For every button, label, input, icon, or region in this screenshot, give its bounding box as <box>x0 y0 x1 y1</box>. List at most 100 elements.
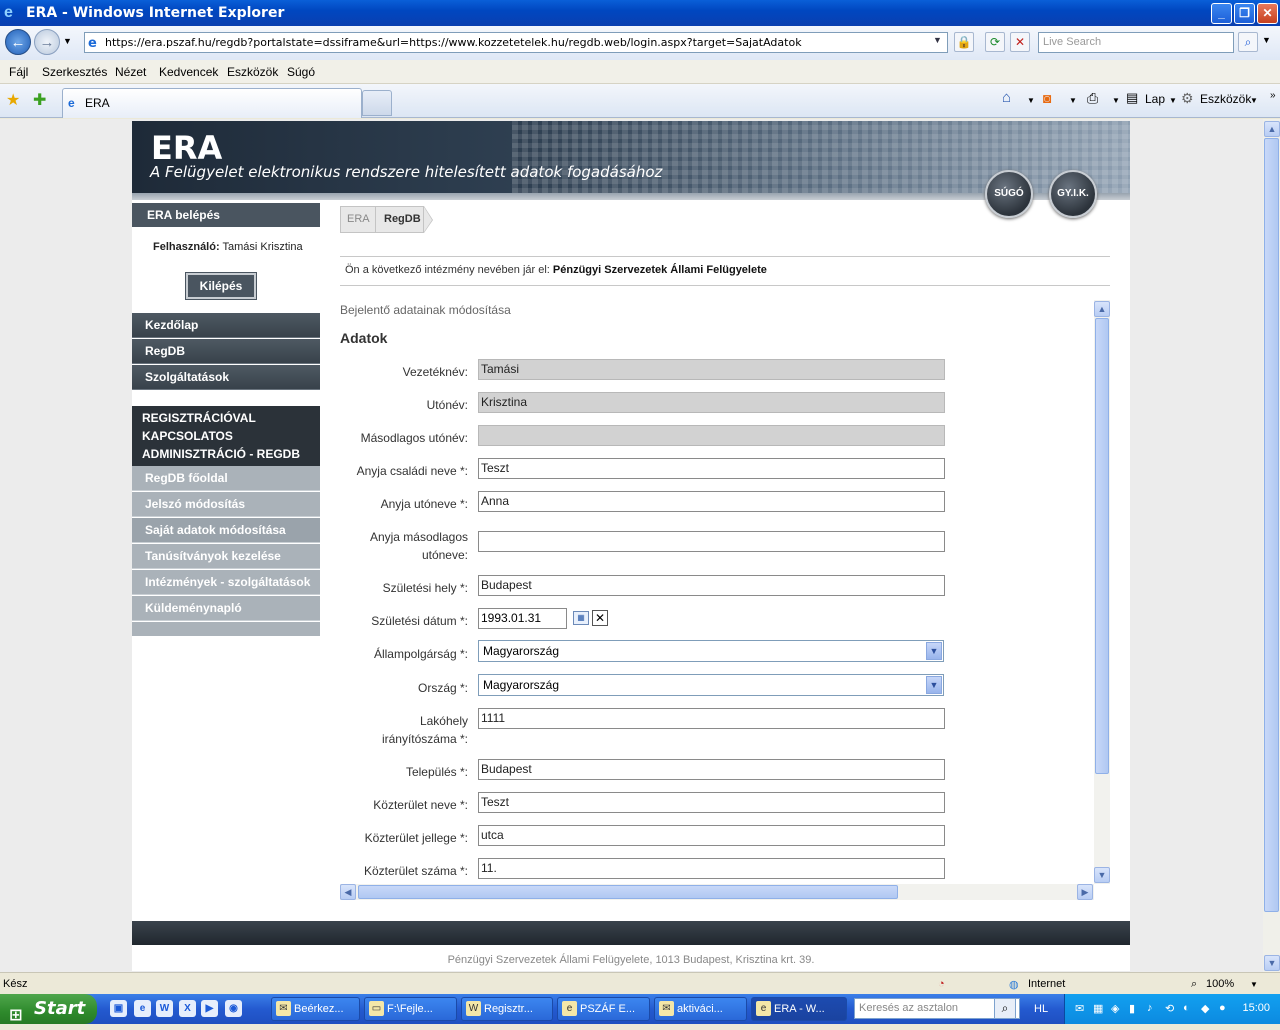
search-options-icon[interactable]: ▼ <box>1262 35 1271 45</box>
task-pszaf[interactable]: e PSZÁF E... <box>557 997 650 1021</box>
tray-mail-icon[interactable]: ✉ <box>1075 1002 1084 1015</box>
close-button[interactable]: ✕ <box>1257 3 1278 24</box>
search-input[interactable]: Live Search <box>1038 32 1234 53</box>
mother-family-name-input[interactable]: Teszt <box>478 458 945 479</box>
menu-edit[interactable]: Szerkesztés <box>42 65 107 79</box>
start-button[interactable]: ⊞ Start <box>0 994 97 1024</box>
language-indicator[interactable]: HL <box>1034 1003 1048 1015</box>
menu-view[interactable]: Nézet <box>115 65 146 79</box>
nav-regdb[interactable]: RegDB <box>132 339 320 364</box>
zoom-dropdown-icon[interactable]: ▼ <box>1250 980 1258 989</box>
help-button[interactable]: SÚGÓ <box>985 170 1033 218</box>
tray-security-icon[interactable]: ◆ <box>1201 1002 1209 1015</box>
form-scroll-up-icon[interactable]: ▲ <box>1094 301 1110 317</box>
home-dropdown-icon[interactable]: ▼ <box>1027 96 1035 105</box>
sub-institutions[interactable]: Intézmények - szolgáltatások <box>132 570 320 595</box>
page-scroll-up-icon[interactable]: ▲ <box>1264 121 1280 137</box>
menu-help[interactable]: Súgó <box>287 65 315 79</box>
stop-icon[interactable]: ✕ <box>1010 32 1030 52</box>
logout-button[interactable]: Kilépés <box>185 272 257 300</box>
quicklaunch-ie-icon[interactable]: e <box>134 1000 151 1017</box>
country-select[interactable]: Magyarország ▼ <box>478 674 944 696</box>
tray-shield-icon[interactable]: ◈ <box>1111 1002 1119 1015</box>
print-icon[interactable]: ⎙ <box>1087 90 1098 107</box>
page-menu[interactable]: Lap <box>1145 92 1165 106</box>
tray-battery-icon[interactable]: ▮ <box>1129 1002 1135 1015</box>
form-scroll-down-icon[interactable]: ▼ <box>1094 867 1110 883</box>
print-dropdown-icon[interactable]: ▼ <box>1112 96 1120 105</box>
page-scroll-thumb[interactable] <box>1264 138 1279 912</box>
form-scroll-left-icon[interactable]: ◀ <box>340 884 356 900</box>
task-folder[interactable]: ▭ F:\Fejle... <box>364 997 457 1021</box>
chevron-down-icon[interactable]: ▼ <box>926 642 942 660</box>
popup-blocked-icon[interactable]: ◔ <box>938 978 945 990</box>
nav-home[interactable]: Kezdőlap <box>132 313 320 338</box>
refresh-icon[interactable]: ⟳ <box>985 32 1005 52</box>
tools-dropdown-icon[interactable]: ▼ <box>1250 96 1258 105</box>
quicklaunch-firefox-icon[interactable]: ◉ <box>225 1000 242 1017</box>
page-scroll-down-icon[interactable]: ▼ <box>1264 955 1280 971</box>
calendar-icon[interactable]: ▦ <box>573 611 589 625</box>
mother-second-name-input[interactable] <box>478 531 945 552</box>
tray-info-icon[interactable]: ● <box>1219 1002 1226 1014</box>
menu-favorites[interactable]: Kedvencek <box>159 65 218 79</box>
page-dropdown-icon[interactable]: ▼ <box>1169 96 1177 105</box>
sub-dispatch-log[interactable]: Küldeménynapló <box>132 596 320 621</box>
birth-date-input[interactable]: 1993.01.31 <box>478 608 567 629</box>
faq-button[interactable]: GY.I.K. <box>1049 170 1097 218</box>
tray-update-icon[interactable]: ◐ <box>1183 1002 1190 1014</box>
minimize-button[interactable]: _ <box>1211 3 1232 24</box>
breadcrumb-regdb[interactable]: RegDB <box>376 206 424 233</box>
rss-dropdown-icon[interactable]: ▼ <box>1069 96 1077 105</box>
birth-place-input[interactable]: Budapest <box>478 575 945 596</box>
maximize-button[interactable]: ❐ <box>1234 3 1255 24</box>
new-tab-button[interactable] <box>362 90 392 116</box>
clear-date-icon[interactable]: ✕ <box>592 610 608 626</box>
history-dropdown-icon[interactable]: ▼ <box>63 36 72 46</box>
sub-regdb-main[interactable]: RegDB főoldal <box>132 466 320 491</box>
home-icon[interactable]: ⌂ <box>1002 89 1011 106</box>
tray-network-icon[interactable]: ▦ <box>1093 1002 1103 1015</box>
quicklaunch-excel-icon[interactable]: X <box>179 1000 196 1017</box>
search-icon[interactable]: ⌕ <box>1238 32 1258 52</box>
address-bar[interactable]: e https://era.pszaf.hu/regdb?portalstate… <box>84 32 948 53</box>
mother-first-name-input[interactable]: Anna <box>478 491 945 512</box>
zip-input[interactable]: 1111 <box>478 708 945 729</box>
street-type-input[interactable]: utca <box>478 825 945 846</box>
form-scroll-thumb[interactable] <box>1095 318 1109 774</box>
task-word-doc[interactable]: W Regisztr... <box>461 997 553 1021</box>
address-dropdown-icon[interactable]: ▼ <box>933 35 942 45</box>
forward-button[interactable]: → <box>34 29 60 55</box>
sub-certificates[interactable]: Tanúsítványok kezelése <box>132 544 320 569</box>
toolbar-chevron-icon[interactable]: » <box>1270 90 1276 101</box>
quicklaunch-word-icon[interactable]: W <box>156 1000 173 1017</box>
breadcrumb-era[interactable]: ERA <box>340 206 376 233</box>
chevron-down-icon[interactable]: ▼ <box>926 676 942 694</box>
street-number-input[interactable]: 11. <box>478 858 945 879</box>
task-activation[interactable]: ✉ aktiváci... <box>654 997 747 1021</box>
task-era[interactable]: e ERA - W... <box>751 997 847 1021</box>
sub-own-data[interactable]: Saját adatok módosítása <box>132 518 320 543</box>
form-hscroll-thumb[interactable] <box>358 885 898 899</box>
city-input[interactable]: Budapest <box>478 759 945 780</box>
citizenship-select[interactable]: Magyarország ▼ <box>478 640 944 662</box>
favorites-star-icon[interactable]: ★ <box>6 90 20 110</box>
lock-icon[interactable]: 🔒 <box>954 32 974 52</box>
quicklaunch-desktop-icon[interactable]: ▣ <box>110 1000 127 1017</box>
sub-password-change[interactable]: Jelszó módosítás <box>132 492 320 517</box>
street-name-input[interactable]: Teszt <box>478 792 945 813</box>
nav-services[interactable]: Szolgáltatások <box>132 365 320 390</box>
zoom-level[interactable]: 100% <box>1206 978 1234 990</box>
tray-volume-icon[interactable]: ♪ <box>1147 1002 1153 1014</box>
add-favorite-icon[interactable]: ✚ <box>33 90 46 110</box>
quicklaunch-media-icon[interactable]: ▶ <box>201 1000 218 1017</box>
back-button[interactable]: ← <box>5 29 31 55</box>
desktop-search-icon[interactable]: ⌕ <box>994 998 1016 1019</box>
tab-era[interactable]: e ERA <box>62 88 362 118</box>
rss-icon[interactable]: ◙ <box>1043 90 1051 106</box>
tray-sync-icon[interactable]: ⟲ <box>1165 1002 1174 1015</box>
tools-menu[interactable]: Eszközök <box>1200 92 1251 106</box>
menu-file[interactable]: Fájl <box>9 65 28 79</box>
menu-tools[interactable]: Eszközök <box>227 65 278 79</box>
form-scroll-right-icon[interactable]: ▶ <box>1077 884 1093 900</box>
